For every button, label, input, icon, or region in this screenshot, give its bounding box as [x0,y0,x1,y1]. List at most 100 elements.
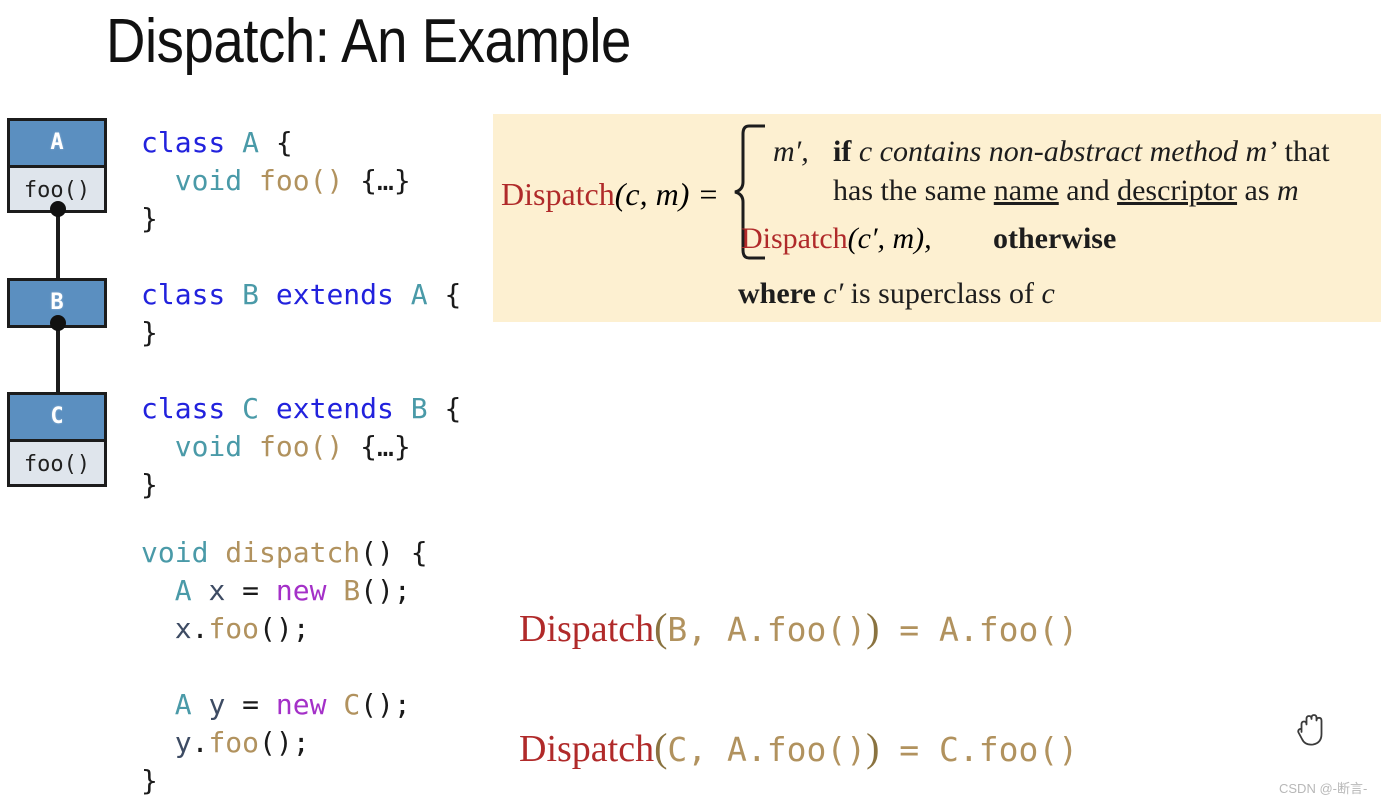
where-text: is superclass of [850,277,1042,310]
condition-name-underlined: name [993,174,1059,207]
formula-left-hand-side: Dispatch(c, m) = [501,176,719,213]
method-name-dispatch: dispatch [225,536,361,569]
page-title: Dispatch: An Example [106,7,631,76]
equation-1-open-paren: ( [654,605,668,650]
equation-2-arg-method: A.foo() [727,730,867,769]
code-block-dispatch-method: void dispatch() { A x = new B(); x.foo()… [141,536,428,797]
declared-type-a-2: A [174,688,192,721]
csdn-watermark: CSDN @-断言- [1279,781,1368,796]
hand-grab-cursor-icon [1297,714,1323,746]
equation-2-arg-class: C [667,730,688,769]
formula-case-2-dispatch-label: Dispatch [741,222,848,255]
where-var-c-prime: c′ [815,277,851,310]
equation-2-close-paren: ) [866,725,880,770]
uml-class-diagram: A foo() B C foo() [7,118,119,490]
formula-dispatch-args: (c, m) = [614,176,719,212]
condition-m-prime: m’ [1245,135,1278,168]
condition-descriptor-underlined: descriptor [1117,174,1238,207]
declared-type-a: A [174,574,192,607]
condition-and: and [1058,174,1118,207]
keyword-void: void [174,164,243,197]
keyword-new-2: new [275,688,327,721]
formula-case-2-args: (c′, m), [847,222,932,255]
where-var-c: c [1041,277,1055,310]
equation-2-comma: , [687,730,728,769]
equation-1-arg-method: A.foo() [727,610,867,649]
equation-1-dispatch-label: Dispatch [519,608,655,650]
uml-link-dot-b [50,315,66,331]
code-block-class-declarations: class A { void foo() {…} } class B exten… [141,124,461,504]
keyword-void-3: void [141,536,209,569]
condition-if-keyword: if [833,135,852,168]
brace-open-2: { [444,278,462,311]
superclass-name-a: A [410,278,428,311]
brace-open: { [275,126,293,159]
uml-class-name-c: C [10,395,104,439]
formula-where-clause: where c′ is superclass of c [738,277,1055,311]
condition-line2-a: has the same [833,174,994,207]
brace-close: } [141,202,158,235]
keyword-new: new [275,574,327,607]
equation-2-equals: = [879,730,940,769]
formula-case-2-otherwise: otherwise [993,222,1117,255]
uml-class-method-c: foo() [10,439,104,484]
uml-class-name-a: A [10,121,104,165]
assign-operator: = [242,574,260,607]
keyword-class-2: class [141,278,226,311]
formula-dispatch-label: Dispatch [501,176,615,212]
method-name-foo: foo [259,164,310,197]
equation-2-dispatch-label: Dispatch [519,728,655,770]
keyword-extends-2: extends [275,392,394,425]
equation-1-result: A.foo() [939,610,1079,649]
class-name-b: B [242,278,260,311]
uml-inheritance-link-a-b [56,208,60,281]
condition-that: that [1277,135,1330,168]
dispatch-definition-box: Dispatch(c, m) = m′, if c contains non-a… [493,114,1381,322]
brace-close-2: } [141,316,158,349]
method-body: {…} [360,164,411,197]
call-foo-x: foo [208,612,260,645]
uml-class-box-a: A foo() [7,118,107,213]
brace-close-3: } [141,468,158,501]
result-equation-2: Dispatch(C, A.foo()) = C.foo() [519,724,1078,771]
constructor-b: B [343,574,361,607]
keyword-class: class [141,126,226,159]
equation-2-result: C.foo() [939,730,1079,769]
assign-operator-2: = [242,688,260,721]
uml-inheritance-link-b-c [56,322,60,395]
equation-1-close-paren: ) [866,605,880,650]
superclass-name-b: B [410,392,428,425]
formula-case-1-value: m′, [773,132,809,171]
method-name-foo-2: foo [259,430,310,463]
variable-x: x [208,574,226,607]
keyword-void-2: void [174,430,243,463]
keyword-extends: extends [275,278,394,311]
condition-var-m: m [1277,174,1299,207]
formula-case-1-condition: if c contains non-abstract method m’ tha… [833,132,1330,210]
variable-y: y [208,688,226,721]
variable-x-call: x [174,612,192,645]
keyword-class-3: class [141,392,226,425]
result-equation-1: Dispatch(B, A.foo()) = A.foo() [519,604,1078,651]
condition-var-c: c contains non-abstract method [851,135,1246,168]
method-body-2: {…} [360,430,411,463]
brace-open-4: { [410,536,428,569]
case-1-m-prime: m′, [773,135,809,168]
formula-case-2: Dispatch(c′, m), [741,222,932,256]
where-keyword: where [738,277,816,310]
class-name-a: A [242,126,260,159]
call-foo-y: foo [208,726,260,759]
method-parens: () [309,164,344,197]
constructor-c: C [343,688,361,721]
class-name-c: C [242,392,260,425]
equation-1-comma: , [687,610,728,649]
brace-close-4: } [141,764,158,797]
equation-1-equals: = [879,610,940,649]
equation-2-open-paren: ( [654,725,668,770]
brace-open-3: { [444,392,462,425]
dispatch-parens: () [360,536,394,569]
uml-link-dot-a [50,201,66,217]
method-parens-2: () [309,430,344,463]
variable-y-call: y [174,726,192,759]
equation-1-arg-class: B [667,610,688,649]
